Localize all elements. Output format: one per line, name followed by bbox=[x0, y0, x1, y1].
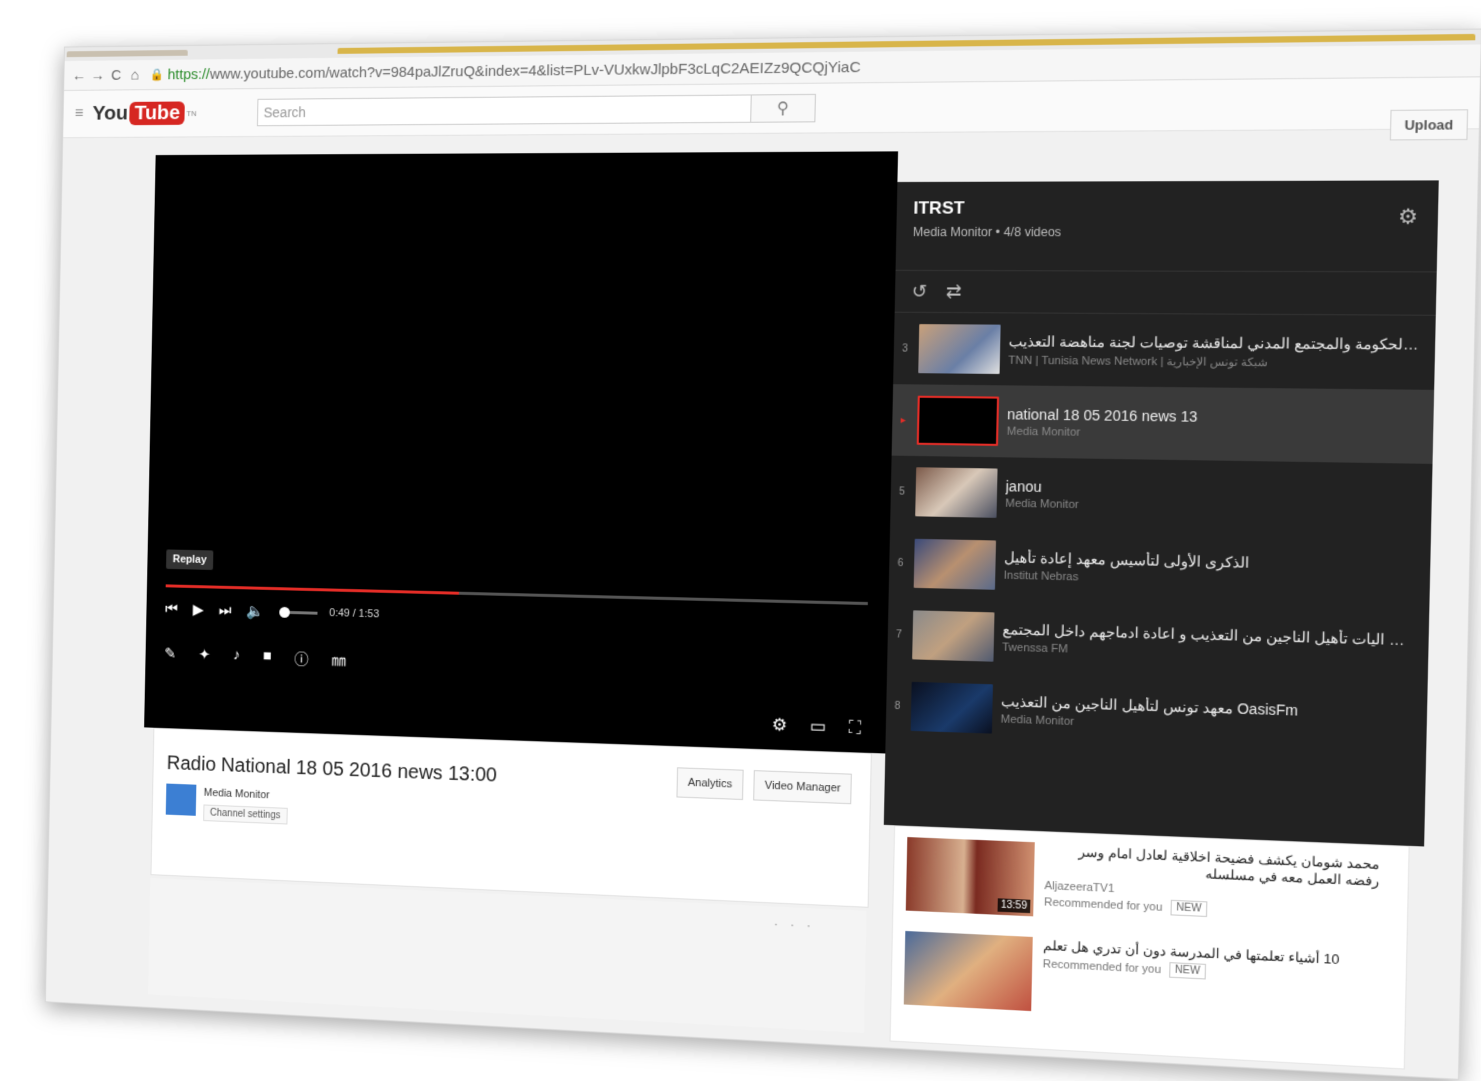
playlist-item-channel: Media Monitor bbox=[1006, 424, 1081, 439]
time-display: 0:49 / 1:53 bbox=[329, 607, 380, 621]
search-icon: ⚲ bbox=[776, 100, 789, 118]
duration-badge: 13:59 bbox=[997, 898, 1031, 914]
channel-settings-button[interactable]: Channel settings bbox=[203, 804, 288, 825]
playlist-subtitle: Media Monitor • 4/8 videos bbox=[912, 224, 1062, 240]
shuffle-icon[interactable]: ⇄ bbox=[946, 281, 962, 303]
playlist-title[interactable]: ITRST bbox=[913, 197, 1420, 218]
playlist-item[interactable]: 6 الذكرى الأولى لتأسيس معهد إعادة تأهيل … bbox=[889, 527, 1431, 612]
next-icon[interactable]: ⏭ bbox=[219, 602, 232, 619]
channel-name[interactable]: Media Monitor bbox=[204, 787, 270, 801]
playlist-item-title: janou bbox=[1005, 477, 1042, 495]
playlist-header: ITRST Media Monitor • 4/8 videos ⚙ bbox=[895, 180, 1439, 273]
playlist-item-title: national 18 05 2016 news 13 bbox=[1006, 405, 1198, 425]
volume-icon[interactable]: 🔈 bbox=[247, 602, 265, 620]
playlist-controls: ↺ ⇄ bbox=[894, 270, 1437, 316]
playlist-item-title: ملتقى تشاوري بين الحكومة والمجتمع المدني… bbox=[1008, 332, 1419, 353]
playlist-item[interactable]: 8 معهد تونس لتأهيل الناجين من التعذيب Oa… bbox=[886, 670, 1428, 760]
player-right-controls: ⚙ ▭ ⛶ bbox=[749, 714, 862, 739]
youtube-logo[interactable]: You Tube TN bbox=[92, 101, 197, 126]
recommendations-panel: 13:59 محمد شومان يكشف فضيحة اخلاقية لعاد… bbox=[889, 825, 1410, 1070]
magic-wand-icon[interactable]: ✦ bbox=[198, 646, 210, 667]
theater-mode-icon[interactable]: ▭ bbox=[810, 716, 827, 737]
video-thumbnail bbox=[916, 395, 1000, 446]
video-thumbnail bbox=[912, 610, 995, 662]
new-badge: NEW bbox=[1170, 899, 1207, 917]
music-note-icon[interactable]: ♪ bbox=[233, 647, 240, 668]
playlist-item-channel: Institut Nebras bbox=[1003, 569, 1079, 584]
watch-page: Replay ⏮ ▶ ⏭ 🔈 0:49 / 1:53 ✎ ✦ ♪ ■ ⓘ ㎜ ⚙… bbox=[139, 149, 1440, 1070]
player-controls: ⏮ ▶ ⏭ 🔈 0:49 / 1:53 bbox=[165, 594, 395, 630]
url-scheme: https:// bbox=[167, 65, 210, 83]
volume-slider[interactable] bbox=[279, 606, 318, 618]
back-icon[interactable]: ← bbox=[70, 67, 89, 84]
annotation-icon[interactable]: ■ bbox=[263, 647, 272, 668]
previous-icon[interactable]: ⏮ bbox=[165, 600, 178, 617]
video-info-card: Radio National 18 05 2016 news 13:00 Med… bbox=[150, 727, 872, 908]
video-thumbnail bbox=[910, 681, 993, 734]
captions-icon[interactable]: ㎜ bbox=[331, 649, 346, 670]
video-thumbnail: 13:59 bbox=[905, 837, 1035, 917]
video-edit-toolbar: ✎ ✦ ♪ ■ ⓘ ㎜ bbox=[164, 645, 369, 672]
search-input[interactable]: Search bbox=[256, 94, 752, 127]
video-thumbnail bbox=[918, 324, 1001, 374]
video-thumbnail bbox=[913, 538, 997, 590]
lock-icon: 🔒 bbox=[149, 67, 164, 82]
playlist-item-channel: Media Monitor bbox=[1005, 496, 1079, 511]
volume-knob[interactable] bbox=[279, 606, 291, 618]
settings-gear-icon[interactable]: ⚙ bbox=[772, 715, 788, 736]
reload-icon[interactable]: C bbox=[107, 67, 126, 84]
info-icon[interactable]: ⓘ bbox=[294, 648, 309, 669]
video-title: Radio National 18 05 2016 news 13:00 bbox=[166, 752, 498, 787]
replay-tooltip: Replay bbox=[166, 549, 214, 570]
video-player[interactable]: Replay ⏮ ▶ ⏭ 🔈 0:49 / 1:53 ✎ ✦ ♪ ■ ⓘ ㎜ ⚙… bbox=[144, 151, 899, 754]
video-thumbnail bbox=[915, 467, 998, 518]
loop-icon[interactable]: ↺ bbox=[911, 281, 927, 303]
search-button[interactable]: ⚲ bbox=[750, 93, 816, 123]
pencil-icon[interactable]: ✎ bbox=[164, 645, 176, 666]
video-thumbnail bbox=[903, 930, 1033, 1012]
browser-tab[interactable] bbox=[66, 49, 188, 58]
home-icon[interactable]: ⌂ bbox=[125, 66, 144, 83]
url-text: www.youtube.com/watch?v=984paJlZruQ&inde… bbox=[209, 58, 861, 83]
playlist-item[interactable]: 3 ملتقى تشاوري بين الحكومة والمجتمع المد… bbox=[893, 313, 1436, 390]
playlist-panel: ITRST Media Monitor • 4/8 videos ⚙ ↺ ⇄ 3… bbox=[883, 180, 1439, 847]
loading-dots: ··· bbox=[773, 916, 824, 934]
analytics-button[interactable]: Analytics bbox=[676, 767, 744, 801]
upload-button[interactable]: Upload bbox=[1389, 109, 1469, 141]
playlist-item-current[interactable]: ▸ national 18 05 2016 news 13 Media Moni… bbox=[891, 384, 1435, 464]
play-icon[interactable]: ▶ bbox=[193, 601, 204, 619]
search-bar: Search ⚲ bbox=[256, 93, 816, 127]
forward-icon[interactable]: → bbox=[88, 67, 107, 84]
playlist-item[interactable]: 5 janou Media Monitor bbox=[890, 456, 1432, 538]
new-badge: NEW bbox=[1169, 962, 1206, 980]
gear-icon[interactable]: ⚙ bbox=[1398, 204, 1418, 230]
progress-fill bbox=[165, 584, 460, 595]
video-manager-button[interactable]: Video Manager bbox=[753, 770, 853, 805]
channel-avatar[interactable] bbox=[165, 783, 197, 816]
hamburger-menu-icon[interactable]: ≡ bbox=[75, 105, 84, 122]
browser-window: ← → C ⌂ 🔒 https:// www.youtube.com/watch… bbox=[44, 28, 1481, 1080]
playlist-item-title: الذكرى الأولى لتأسيس معهد إعادة تأهيل bbox=[1003, 548, 1250, 571]
fullscreen-icon[interactable]: ⛶ bbox=[849, 718, 862, 739]
playlist-item-channel: TNN | Tunisia News Network | شبكة تونس ا… bbox=[1008, 354, 1268, 369]
